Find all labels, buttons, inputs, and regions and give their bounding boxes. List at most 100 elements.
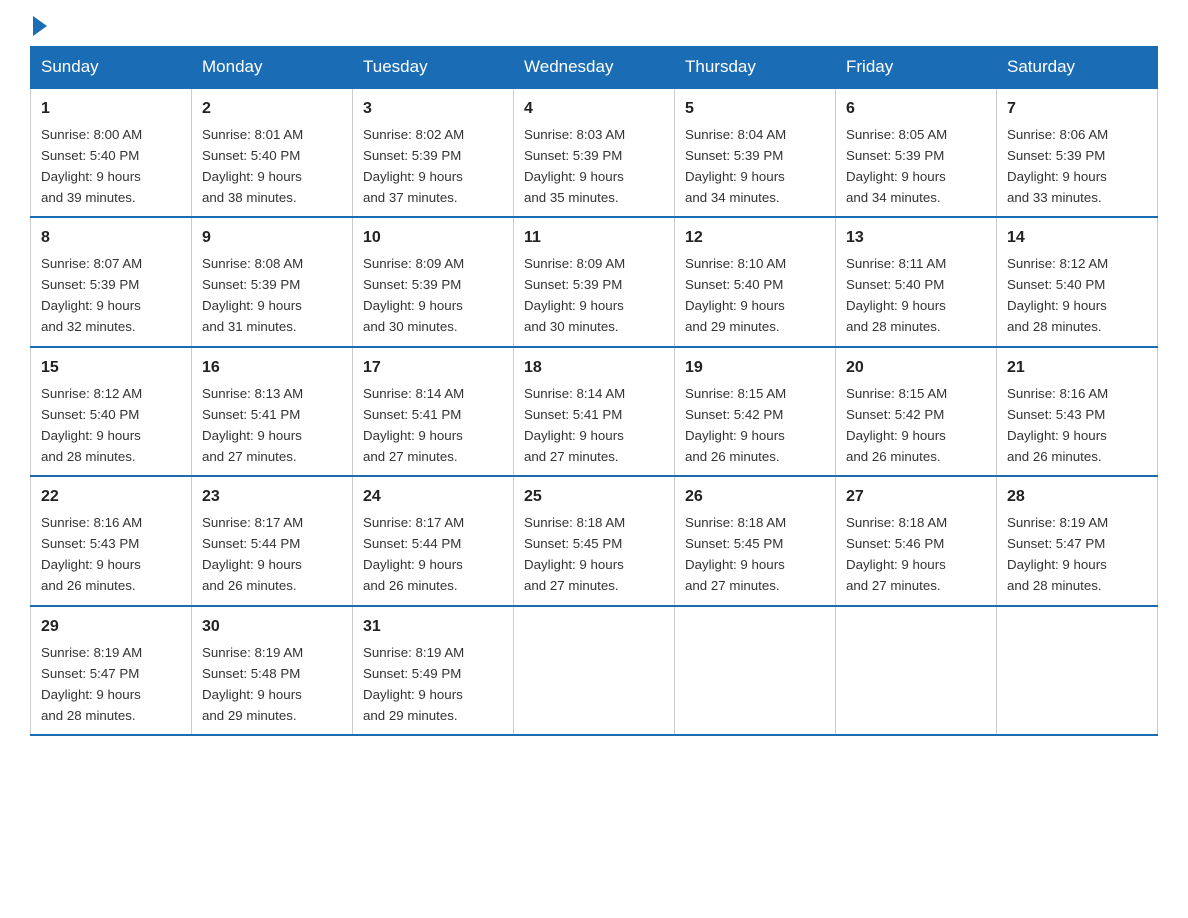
day-cell: 19 Sunrise: 8:15 AMSunset: 5:42 PMDayligh…	[675, 347, 836, 476]
logo-arrow-icon	[33, 16, 47, 36]
day-info: Sunrise: 8:17 AMSunset: 5:44 PMDaylight:…	[363, 515, 464, 593]
calendar-table: SundayMondayTuesdayWednesdayThursdayFrid…	[30, 46, 1158, 736]
day-number: 17	[363, 356, 503, 381]
day-number: 27	[846, 485, 986, 510]
day-info: Sunrise: 8:08 AMSunset: 5:39 PMDaylight:…	[202, 256, 303, 334]
day-cell	[997, 606, 1158, 735]
header-cell-friday: Friday	[836, 47, 997, 89]
day-number: 15	[41, 356, 181, 381]
day-info: Sunrise: 8:03 AMSunset: 5:39 PMDaylight:…	[524, 127, 625, 205]
day-info: Sunrise: 8:12 AMSunset: 5:40 PMDaylight:…	[1007, 256, 1108, 334]
day-cell: 7Sunrise: 8:06 AMSunset: 5:39 PMDaylight…	[997, 88, 1158, 217]
day-cell: 31 Sunrise: 8:19 AMSunset: 5:49 PMDayligh…	[353, 606, 514, 735]
day-info: Sunrise: 8:00 AMSunset: 5:40 PMDaylight:…	[41, 127, 142, 205]
header-cell-sunday: Sunday	[31, 47, 192, 89]
day-cell: 22 Sunrise: 8:16 AMSunset: 5:43 PMDayligh…	[31, 476, 192, 605]
day-cell: 23 Sunrise: 8:17 AMSunset: 5:44 PMDayligh…	[192, 476, 353, 605]
day-cell: 8 Sunrise: 8:07 AMSunset: 5:39 PMDaylight…	[31, 217, 192, 346]
day-number: 10	[363, 226, 503, 251]
day-info: Sunrise: 8:11 AMSunset: 5:40 PMDaylight:…	[846, 256, 946, 334]
day-cell: 29 Sunrise: 8:19 AMSunset: 5:47 PMDayligh…	[31, 606, 192, 735]
day-info: Sunrise: 8:02 AMSunset: 5:39 PMDaylight:…	[363, 127, 464, 205]
day-number: 2	[202, 97, 342, 122]
day-cell: 3 Sunrise: 8:02 AMSunset: 5:39 PMDaylight…	[353, 88, 514, 217]
day-info: Sunrise: 8:19 AMSunset: 5:47 PMDaylight:…	[1007, 515, 1108, 593]
day-number: 19	[685, 356, 825, 381]
day-cell: 20 Sunrise: 8:15 AMSunset: 5:42 PMDayligh…	[836, 347, 997, 476]
day-cell: 16 Sunrise: 8:13 AMSunset: 5:41 PMDayligh…	[192, 347, 353, 476]
logo	[30, 20, 47, 36]
day-info: Sunrise: 8:15 AMSunset: 5:42 PMDaylight:…	[846, 386, 947, 464]
day-info: Sunrise: 8:19 AMSunset: 5:49 PMDaylight:…	[363, 645, 464, 723]
day-number: 28	[1007, 485, 1147, 510]
day-number: 12	[685, 226, 825, 251]
day-cell: 10 Sunrise: 8:09 AMSunset: 5:39 PMDayligh…	[353, 217, 514, 346]
day-cell: 2 Sunrise: 8:01 AMSunset: 5:40 PMDaylight…	[192, 88, 353, 217]
day-number: 18	[524, 356, 664, 381]
day-info: Sunrise: 8:18 AMSunset: 5:45 PMDaylight:…	[685, 515, 786, 593]
day-number: 11	[524, 226, 664, 251]
day-number: 3	[363, 97, 503, 122]
day-info: Sunrise: 8:10 AMSunset: 5:40 PMDaylight:…	[685, 256, 786, 334]
day-cell: 18 Sunrise: 8:14 AMSunset: 5:41 PMDayligh…	[514, 347, 675, 476]
day-cell: 27Sunrise: 8:18 AMSunset: 5:46 PMDayligh…	[836, 476, 997, 605]
day-cell: 11Sunrise: 8:09 AMSunset: 5:39 PMDayligh…	[514, 217, 675, 346]
day-number: 29	[41, 615, 181, 640]
day-number: 8	[41, 226, 181, 251]
day-number: 5	[685, 97, 825, 122]
day-info: Sunrise: 8:07 AMSunset: 5:39 PMDaylight:…	[41, 256, 142, 334]
day-cell: 5 Sunrise: 8:04 AMSunset: 5:39 PMDaylight…	[675, 88, 836, 217]
day-cell: 24Sunrise: 8:17 AMSunset: 5:44 PMDayligh…	[353, 476, 514, 605]
week-row-3: 15 Sunrise: 8:12 AMSunset: 5:40 PMDayligh…	[31, 347, 1158, 476]
header-cell-saturday: Saturday	[997, 47, 1158, 89]
day-number: 31	[363, 615, 503, 640]
day-cell: 12 Sunrise: 8:10 AMSunset: 5:40 PMDayligh…	[675, 217, 836, 346]
day-cell: 25 Sunrise: 8:18 AMSunset: 5:45 PMDayligh…	[514, 476, 675, 605]
day-cell: 9Sunrise: 8:08 AMSunset: 5:39 PMDaylight…	[192, 217, 353, 346]
day-cell	[836, 606, 997, 735]
day-cell	[514, 606, 675, 735]
day-cell: 4Sunrise: 8:03 AMSunset: 5:39 PMDaylight…	[514, 88, 675, 217]
day-cell: 1 Sunrise: 8:00 AMSunset: 5:40 PMDaylight…	[31, 88, 192, 217]
day-info: Sunrise: 8:14 AMSunset: 5:41 PMDaylight:…	[363, 386, 464, 464]
day-info: Sunrise: 8:15 AMSunset: 5:42 PMDaylight:…	[685, 386, 786, 464]
day-info: Sunrise: 8:18 AMSunset: 5:45 PMDaylight:…	[524, 515, 625, 593]
day-info: Sunrise: 8:04 AMSunset: 5:39 PMDaylight:…	[685, 127, 786, 205]
day-number: 16	[202, 356, 342, 381]
day-number: 1	[41, 97, 181, 122]
day-number: 26	[685, 485, 825, 510]
day-info: Sunrise: 8:09 AMSunset: 5:39 PMDaylight:…	[363, 256, 464, 334]
day-info: Sunrise: 8:05 AMSunset: 5:39 PMDaylight:…	[846, 127, 947, 205]
day-info: Sunrise: 8:12 AMSunset: 5:40 PMDaylight:…	[41, 386, 142, 464]
day-info: Sunrise: 8:14 AMSunset: 5:41 PMDaylight:…	[524, 386, 625, 464]
day-number: 21	[1007, 356, 1147, 381]
calendar-body: 1 Sunrise: 8:00 AMSunset: 5:40 PMDaylight…	[31, 88, 1158, 735]
day-info: Sunrise: 8:16 AMSunset: 5:43 PMDaylight:…	[1007, 386, 1108, 464]
header-cell-monday: Monday	[192, 47, 353, 89]
day-cell: 28 Sunrise: 8:19 AMSunset: 5:47 PMDayligh…	[997, 476, 1158, 605]
day-info: Sunrise: 8:16 AMSunset: 5:43 PMDaylight:…	[41, 515, 142, 593]
day-number: 30	[202, 615, 342, 640]
week-row-2: 8 Sunrise: 8:07 AMSunset: 5:39 PMDaylight…	[31, 217, 1158, 346]
day-info: Sunrise: 8:01 AMSunset: 5:40 PMDaylight:…	[202, 127, 303, 205]
day-number: 25	[524, 485, 664, 510]
day-number: 23	[202, 485, 342, 510]
day-cell	[675, 606, 836, 735]
day-info: Sunrise: 8:13 AMSunset: 5:41 PMDaylight:…	[202, 386, 303, 464]
day-cell: 30Sunrise: 8:19 AMSunset: 5:48 PMDayligh…	[192, 606, 353, 735]
day-cell: 21 Sunrise: 8:16 AMSunset: 5:43 PMDayligh…	[997, 347, 1158, 476]
day-number: 20	[846, 356, 986, 381]
day-number: 13	[846, 226, 986, 251]
day-info: Sunrise: 8:19 AMSunset: 5:47 PMDaylight:…	[41, 645, 142, 723]
day-cell: 6 Sunrise: 8:05 AMSunset: 5:39 PMDaylight…	[836, 88, 997, 217]
day-number: 14	[1007, 226, 1147, 251]
day-cell: 17 Sunrise: 8:14 AMSunset: 5:41 PMDayligh…	[353, 347, 514, 476]
day-number: 22	[41, 485, 181, 510]
week-row-4: 22 Sunrise: 8:16 AMSunset: 5:43 PMDayligh…	[31, 476, 1158, 605]
day-number: 6	[846, 97, 986, 122]
day-cell: 15 Sunrise: 8:12 AMSunset: 5:40 PMDayligh…	[31, 347, 192, 476]
page-header	[30, 20, 1158, 36]
day-cell: 13 Sunrise: 8:11 AMSunset: 5:40 PMDayligh…	[836, 217, 997, 346]
day-info: Sunrise: 8:17 AMSunset: 5:44 PMDaylight:…	[202, 515, 303, 593]
day-number: 7	[1007, 97, 1147, 122]
